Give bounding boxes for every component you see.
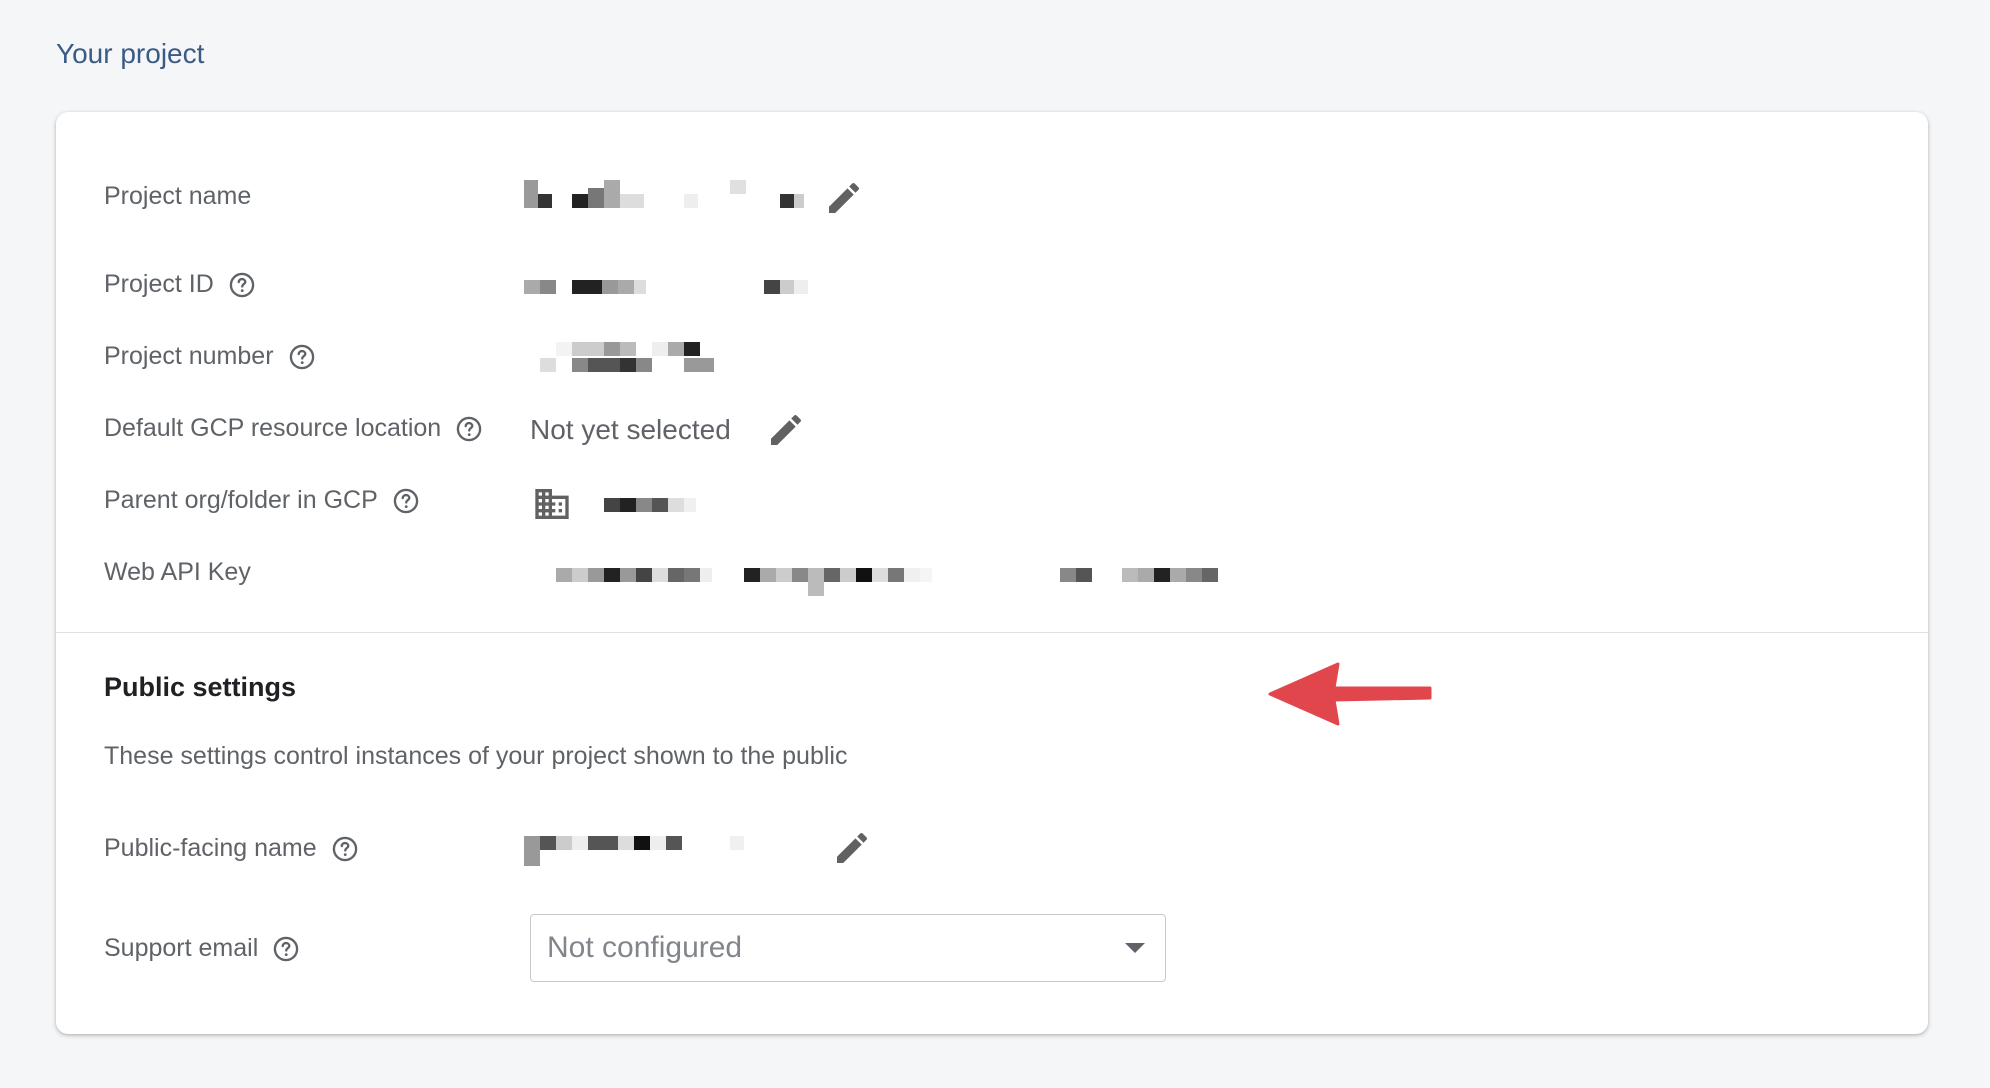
edit-public-name-pencil-icon[interactable]	[832, 828, 872, 868]
gcp-location-value: Not yet selected	[530, 414, 731, 445]
public-name-label-text: Public-facing name	[104, 834, 317, 862]
public-settings-description: These settings control instances of your…	[104, 742, 848, 770]
redacted-project-number	[540, 342, 714, 372]
help-icon[interactable]	[228, 271, 256, 299]
redacted-project-id	[524, 280, 808, 294]
web-api-key-label: Web API Key	[104, 558, 251, 587]
project-name-label-text: Project name	[104, 182, 252, 210]
parent-org-label-text: Parent org/folder in GCP	[104, 486, 378, 514]
project-number-label-text: Project number	[104, 342, 274, 370]
section-divider	[56, 632, 1928, 633]
project-id-label-text: Project ID	[104, 270, 214, 298]
redacted-parent-org	[604, 498, 696, 512]
redacted-public-name	[524, 836, 744, 866]
web-api-key-label-text: Web API Key	[104, 558, 251, 586]
support-email-value: Not configured	[547, 931, 743, 964]
annotation-arrow-icon	[1268, 662, 1432, 726]
edit-project-name-pencil-icon[interactable]	[824, 178, 864, 218]
section-title: Your project	[56, 38, 205, 69]
parent-org-label: Parent org/folder in GCP	[104, 486, 420, 515]
project-card: Project name Project ID Project number D…	[56, 112, 1928, 1034]
support-email-select[interactable]: Not configured	[530, 914, 1166, 982]
project-id-label: Project ID	[104, 270, 256, 299]
caret-down-icon	[1125, 943, 1145, 953]
support-email-label: Support email	[104, 934, 300, 963]
public-name-label: Public-facing name	[104, 834, 359, 863]
building-icon	[535, 489, 569, 519]
support-email-label-text: Support email	[104, 934, 259, 962]
gcp-location-label: Default GCP resource location	[104, 414, 483, 443]
gcp-location-label-text: Default GCP resource location	[104, 414, 442, 442]
edit-gcp-location-pencil-icon[interactable]	[766, 410, 806, 450]
redacted-project-name	[524, 180, 804, 208]
public-settings-heading: Public settings	[104, 672, 297, 702]
redacted-web-api-key	[556, 568, 1218, 596]
help-icon[interactable]	[392, 487, 420, 515]
help-icon[interactable]	[455, 415, 483, 443]
project-number-label: Project number	[104, 342, 316, 371]
help-icon[interactable]	[272, 935, 300, 963]
project-name-label: Project name	[104, 182, 251, 211]
help-icon[interactable]	[331, 835, 359, 863]
help-icon[interactable]	[288, 343, 316, 371]
